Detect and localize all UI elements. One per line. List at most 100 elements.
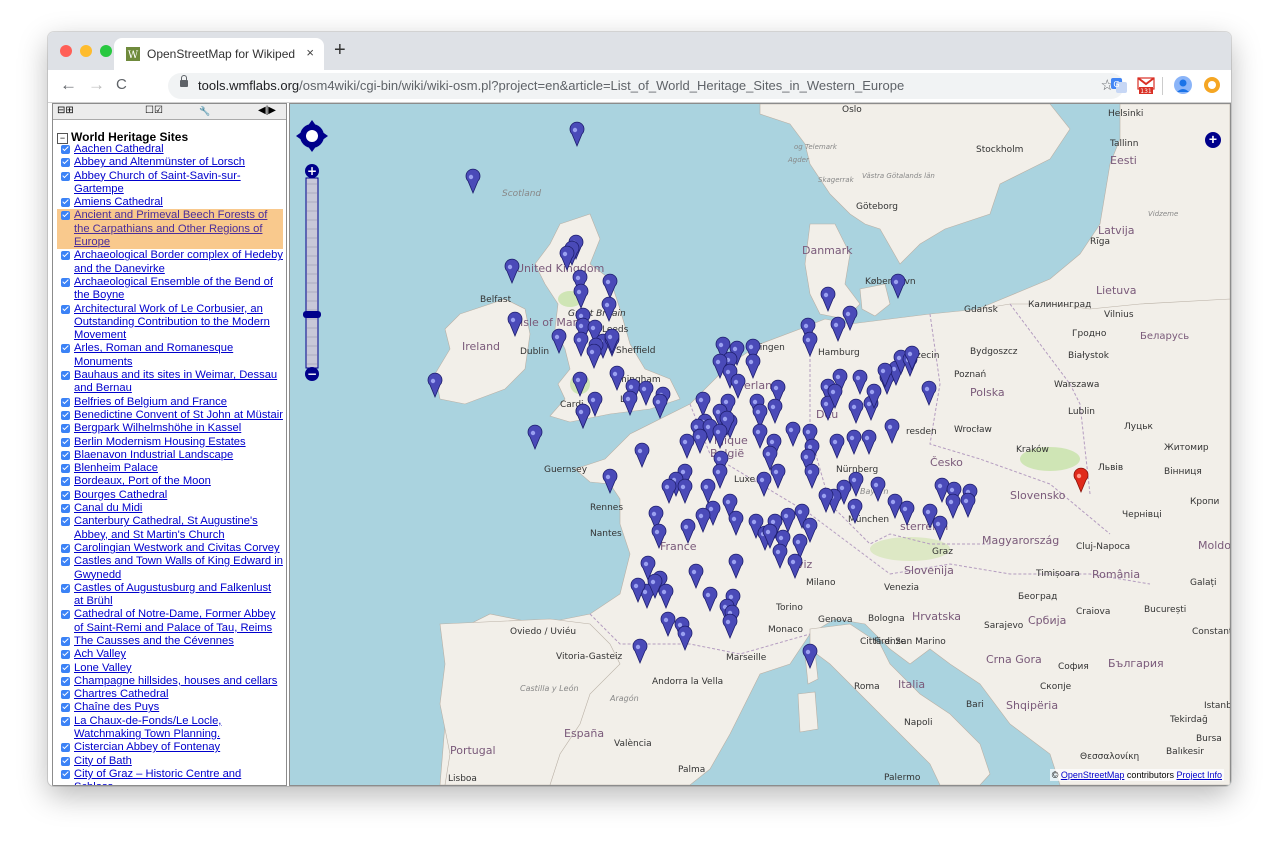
site-link[interactable]: Cistercian Abbey of Fontenay (74, 741, 220, 753)
site-marker-icon[interactable] (661, 478, 677, 505)
site-list-item[interactable]: City of Bath (57, 755, 283, 768)
site-list-item[interactable]: La Chaux-de-Fonds/Le Locle, Watchmaking … (57, 715, 283, 742)
project-info-link[interactable]: Project Info (1176, 770, 1222, 780)
site-link[interactable]: La Chaux-de-Fonds/Le Locle, Watchmaking … (74, 715, 221, 740)
site-list-item[interactable]: Castles and Town Walls of King Edward in… (57, 555, 283, 582)
zoom-slider-handle[interactable] (303, 311, 321, 318)
reload-button[interactable]: C (116, 75, 127, 95)
site-link[interactable]: Archaeological Border complex of Hedeby … (74, 249, 283, 274)
resize-panel-icon[interactable]: ◀|▶ (258, 105, 276, 117)
site-checkbox[interactable] (61, 676, 70, 686)
site-checkbox[interactable] (61, 663, 70, 673)
site-list-item[interactable]: Ancient and Primeval Beech Forests of th… (57, 209, 283, 250)
site-list-item[interactable]: Lone Valley (57, 662, 283, 675)
zoom-in-button[interactable]: + (305, 164, 319, 178)
site-link[interactable]: Archaeological Ensemble of the Bend of t… (74, 276, 273, 301)
site-marker-icon[interactable] (802, 643, 818, 670)
site-list-item[interactable]: Architectural Work of Le Corbusier, an O… (57, 303, 283, 343)
site-list-item[interactable]: Abbey and Altenmünster of Lorsch (57, 156, 283, 169)
site-list-item[interactable]: Benedictine Convent of St John at Müstai… (57, 409, 283, 422)
site-link[interactable]: City of Bath (74, 755, 132, 767)
maximize-window-button[interactable] (100, 45, 112, 57)
site-marker-icon[interactable] (852, 369, 868, 396)
site-list-item[interactable]: Berlin Modernism Housing Estates (57, 436, 283, 449)
site-marker-icon[interactable] (945, 493, 961, 520)
site-link[interactable]: Bauhaus and its sites in Weimar, Dessau … (74, 369, 277, 394)
site-marker-icon[interactable] (787, 553, 803, 580)
site-list-item[interactable]: Archaeological Ensemble of the Bend of t… (57, 276, 283, 303)
site-list-item[interactable]: Bordeaux, Port of the Moon (57, 475, 283, 488)
site-marker-icon[interactable] (679, 433, 695, 460)
site-link[interactable]: Bordeaux, Port of the Moon (74, 475, 211, 487)
site-marker-icon[interactable] (921, 380, 937, 407)
site-list-item[interactable]: City of Graz – Historic Centre and Schlo… (57, 768, 283, 785)
site-checkbox[interactable] (61, 543, 70, 553)
site-marker-icon[interactable] (932, 515, 948, 542)
site-checkbox[interactable] (61, 756, 70, 766)
tab-osm-wikipedia[interactable]: W OpenStreetMap for Wikipedia × (114, 38, 324, 70)
site-link[interactable]: Aachen Cathedral (74, 143, 164, 155)
site-link[interactable]: Cathedral of Notre-Dame, Former Abbey of… (74, 608, 275, 633)
site-checkbox[interactable] (61, 397, 70, 407)
address-bar[interactable]: tools.wmflabs.org/osm4wiki/cgi-bin/wiki/… (168, 73, 1124, 99)
site-link[interactable]: Chaîne des Puys (74, 701, 159, 713)
site-list-item[interactable]: Canterbury Cathedral, St Augustine's Abb… (57, 515, 283, 542)
site-list-item[interactable]: Blaenavon Industrial Landscape (57, 449, 283, 462)
minimize-window-button[interactable] (80, 45, 92, 57)
forward-button[interactable]: → (88, 75, 105, 95)
new-tab-button[interactable]: + (334, 40, 346, 60)
site-marker-icon[interactable] (695, 391, 711, 418)
zoom-slider[interactable] (303, 177, 321, 369)
site-link[interactable]: Lone Valley (74, 662, 132, 674)
site-marker-icon[interactable] (688, 563, 704, 590)
site-link[interactable]: Blaenavon Industrial Landscape (74, 449, 233, 461)
site-checkbox[interactable] (61, 743, 70, 753)
site-marker-icon[interactable] (829, 433, 845, 460)
site-checkbox[interactable] (61, 371, 70, 381)
site-link[interactable]: Ach Valley (74, 648, 126, 660)
site-checkbox[interactable] (61, 610, 70, 620)
site-link[interactable]: The Causses and the Cévennes (74, 635, 234, 647)
site-checkbox[interactable] (61, 437, 70, 447)
site-link[interactable]: Ancient and Primeval Beech Forests of th… (74, 209, 267, 248)
site-link[interactable]: Blenheim Palace (74, 462, 158, 474)
site-marker-icon[interactable] (551, 328, 567, 355)
site-checkbox[interactable] (61, 344, 70, 354)
site-marker-icon[interactable] (700, 478, 716, 505)
zoom-out-button[interactable]: − (305, 367, 319, 381)
site-marker-icon[interactable] (695, 507, 711, 534)
site-marker-icon[interactable] (569, 121, 585, 148)
site-marker-icon[interactable] (830, 316, 846, 343)
site-marker-icon[interactable] (507, 311, 523, 338)
close-window-button[interactable] (60, 45, 72, 57)
site-marker-icon[interactable] (609, 365, 625, 392)
site-list-item[interactable]: Aachen Cathedral (57, 143, 283, 156)
site-checkbox[interactable] (61, 557, 70, 567)
site-marker-icon[interactable] (465, 168, 481, 195)
site-list-item[interactable]: Champagne hillsides, houses and cellars (57, 675, 283, 688)
site-marker-icon[interactable] (848, 398, 864, 425)
site-link[interactable]: Canal du Midi (74, 502, 142, 514)
pan-control-icon[interactable] (296, 120, 328, 152)
site-marker-icon[interactable] (692, 428, 708, 455)
site-marker-icon[interactable] (767, 398, 783, 425)
extension-badge-icon[interactable] (1203, 76, 1221, 94)
site-list-item[interactable]: Amiens Cathedral (57, 196, 283, 209)
layer-switcher-expand-button[interactable]: + (1205, 132, 1221, 148)
gmail-extension-icon[interactable]: 131 (1137, 76, 1155, 94)
site-list-item[interactable]: Abbey Church of Saint-Savin-sur-Gartempe (57, 170, 283, 197)
site-marker-icon[interactable] (730, 373, 746, 400)
site-link[interactable]: Benedictine Convent of St John at Müstai… (74, 409, 283, 421)
site-marker-icon[interactable] (780, 507, 796, 534)
site-marker-icon[interactable] (677, 478, 693, 505)
site-checkbox[interactable] (61, 251, 70, 261)
selected-site-marker-icon[interactable] (1073, 467, 1089, 494)
site-checkbox[interactable] (61, 171, 70, 181)
site-checkbox[interactable] (61, 211, 70, 221)
site-checkbox[interactable] (61, 158, 70, 168)
site-link[interactable]: Arles, Roman and Romanesque Monuments (74, 342, 233, 367)
site-list-item[interactable]: Blenheim Palace (57, 462, 283, 475)
site-list-item[interactable]: Chaîne des Puys (57, 701, 283, 714)
site-marker-icon[interactable] (602, 468, 618, 495)
site-checkbox[interactable] (61, 304, 70, 314)
